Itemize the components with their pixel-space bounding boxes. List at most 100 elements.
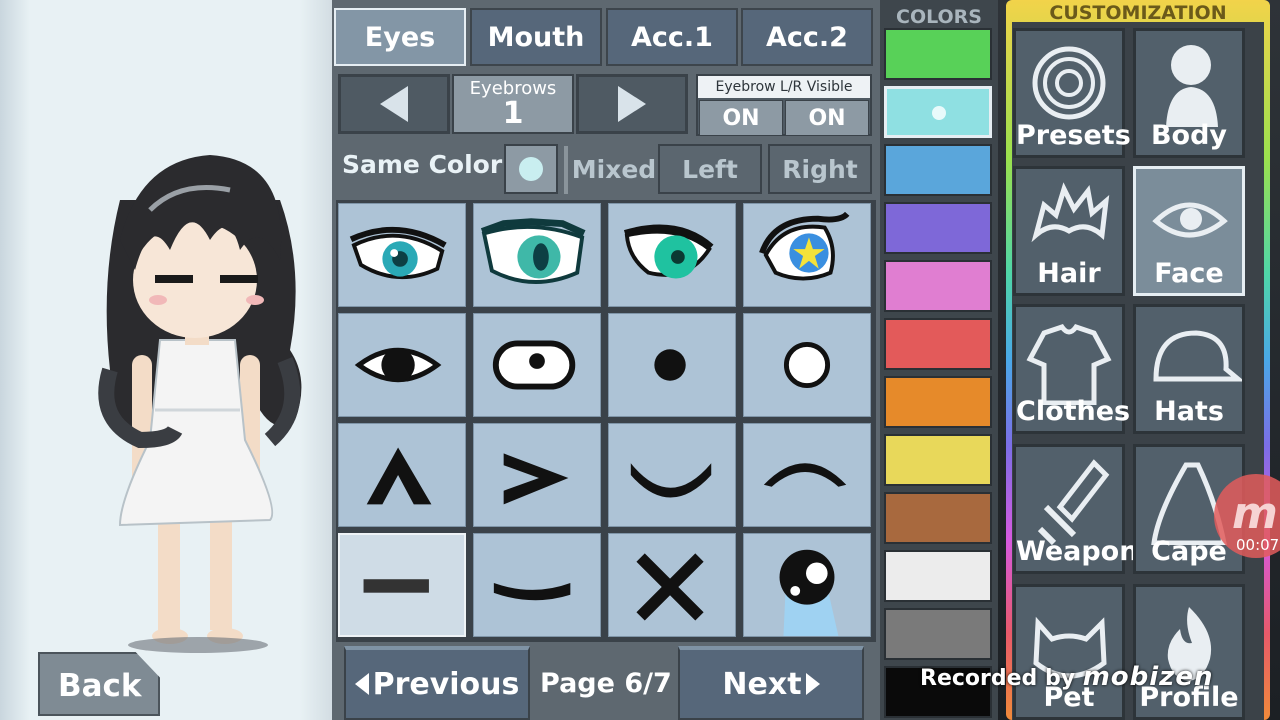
customization-body-button[interactable]: Body: [1133, 28, 1245, 158]
mixed-button[interactable]: Mixed: [572, 144, 656, 194]
color-swatch-4[interactable]: [884, 202, 992, 254]
eyebrows-next-button[interactable]: [576, 74, 688, 134]
customization-label: Hats: [1154, 396, 1224, 427]
customization-label: Face: [1154, 258, 1224, 289]
arrow-right-icon: [618, 86, 646, 122]
customization-title: CUSTOMIZATION: [1049, 2, 1227, 24]
anime-eye-teal-2-icon: [480, 218, 586, 284]
dash-eye-icon: [363, 579, 429, 593]
color-swatch-10[interactable]: [884, 550, 992, 602]
x-eye-icon: [636, 553, 704, 621]
color-swatch-1[interactable]: [884, 28, 992, 80]
arrow-left-icon: [354, 673, 369, 695]
arrow-right-icon: [805, 673, 820, 695]
character-preview-area: Back: [0, 0, 332, 720]
same-color-label: Same Color: [342, 150, 503, 179]
tab-acc-1[interactable]: Acc.1: [606, 8, 738, 66]
weapon-icon: [1037, 459, 1110, 545]
customization-label: Presets: [1016, 120, 1131, 151]
previous-button[interactable]: Previous: [344, 646, 530, 720]
eyebrows-counter: Eyebrows 1: [452, 74, 574, 134]
eye-option-6[interactable]: [473, 313, 601, 417]
customization-presets-button[interactable]: Presets: [1013, 28, 1131, 158]
eye-option-7[interactable]: [608, 313, 736, 417]
recorder-watermark: Recorded by mobizen: [920, 662, 1213, 692]
color-swatch-6[interactable]: [884, 318, 992, 370]
right-button[interactable]: Right: [768, 144, 872, 194]
hair-icon: [1031, 182, 1110, 243]
customization-label: Body: [1150, 120, 1228, 151]
presets-icon: [1032, 46, 1106, 120]
eyebrow-right-toggle[interactable]: ON: [785, 100, 869, 136]
tab-acc-2[interactable]: Acc.2: [741, 8, 873, 66]
next-label: Next: [722, 666, 802, 702]
body-icon: [1166, 45, 1218, 127]
color-swatch-8[interactable]: [884, 434, 992, 486]
caret-up-eye-icon: [366, 447, 432, 505]
tab-eyes[interactable]: Eyes: [334, 8, 466, 66]
eye-option-11[interactable]: [608, 423, 736, 527]
customization-profile-button[interactable]: Profile: [1133, 584, 1245, 720]
customization-face-button[interactable]: Face: [1133, 166, 1245, 296]
color-swatch-9[interactable]: [884, 492, 992, 544]
eye-option-14[interactable]: [473, 533, 601, 637]
eye-option-1[interactable]: [338, 203, 466, 307]
colors-column: COLORS: [880, 0, 998, 720]
eye-option-2[interactable]: [473, 203, 601, 307]
customization-label: Clothes: [1016, 396, 1131, 427]
customization-pet-button[interactable]: Pet: [1013, 584, 1125, 720]
color-swatch-3[interactable]: [884, 144, 992, 196]
arrow-left-icon: [380, 86, 408, 122]
next-button[interactable]: Next: [678, 646, 864, 720]
previous-label: Previous: [372, 666, 520, 702]
customization-hats-button[interactable]: Hats: [1133, 304, 1245, 434]
watermark-brand: mobizen: [1082, 662, 1214, 692]
character-preview: [98, 155, 302, 653]
tab-mouth[interactable]: Mouth: [470, 8, 602, 66]
watermark-prefix: Recorded by: [920, 666, 1076, 691]
eyebrow-left-toggle[interactable]: ON: [699, 100, 783, 136]
page-indicator: Page 6/7: [540, 668, 672, 699]
same-color-button[interactable]: [504, 144, 558, 194]
color-swatch-2[interactable]: [884, 86, 992, 138]
divider: [564, 146, 568, 194]
customization-weapon-button[interactable]: Weapon: [1013, 444, 1139, 574]
color-swatch-11[interactable]: [884, 608, 992, 660]
color-swatch-5[interactable]: [884, 260, 992, 312]
clothes-icon: [1026, 324, 1112, 405]
eyebrows-value: 1: [502, 96, 524, 131]
simple-eye-wide-icon: [492, 340, 576, 390]
eye-option-3[interactable]: [608, 203, 736, 307]
recording-badge-letter: m: [1232, 488, 1278, 539]
eye-option-15[interactable]: [608, 533, 736, 637]
customization-label: Weapon: [1016, 536, 1139, 567]
greater-than-eye-icon: [503, 453, 569, 505]
arc-eye-icon: [763, 463, 847, 487]
eye-option-8[interactable]: [743, 313, 871, 417]
color-swatch-7[interactable]: [884, 376, 992, 428]
selected-indicator: [932, 106, 946, 120]
eye-option-13[interactable]: [338, 533, 466, 637]
left-button[interactable]: Left: [658, 144, 762, 194]
eye-option-4[interactable]: [743, 203, 871, 307]
eyebrow-visibility-box: Eyebrow L/R Visible ON ON: [696, 74, 872, 136]
eye-option-5[interactable]: [338, 313, 466, 417]
anime-eye-green-icon: [623, 224, 714, 279]
eyebrows-prev-button[interactable]: [338, 74, 450, 134]
customization-label: Hair: [1037, 258, 1101, 289]
eye-option-12[interactable]: [743, 423, 871, 527]
simple-eye-almond-icon: [354, 347, 442, 383]
eye-option-10[interactable]: [473, 423, 601, 527]
customization-hair-button[interactable]: Hair: [1013, 166, 1125, 296]
eye-option-16[interactable]: [743, 533, 871, 637]
back-button[interactable]: Back: [38, 652, 160, 716]
customization-clothes-button[interactable]: Clothes: [1013, 304, 1131, 434]
hats-icon: [1153, 330, 1242, 382]
anime-eye-teal-1-icon: [349, 226, 447, 280]
recording-timer: 00:07: [1236, 536, 1280, 554]
eyebrow-visibility-title: Eyebrow L/R Visible: [698, 76, 870, 98]
flat-curve-eye-icon: [493, 583, 571, 601]
dot-eye-icon: [654, 349, 686, 381]
eye-option-9[interactable]: [338, 423, 466, 527]
anime-eye-star-icon: [759, 211, 850, 281]
